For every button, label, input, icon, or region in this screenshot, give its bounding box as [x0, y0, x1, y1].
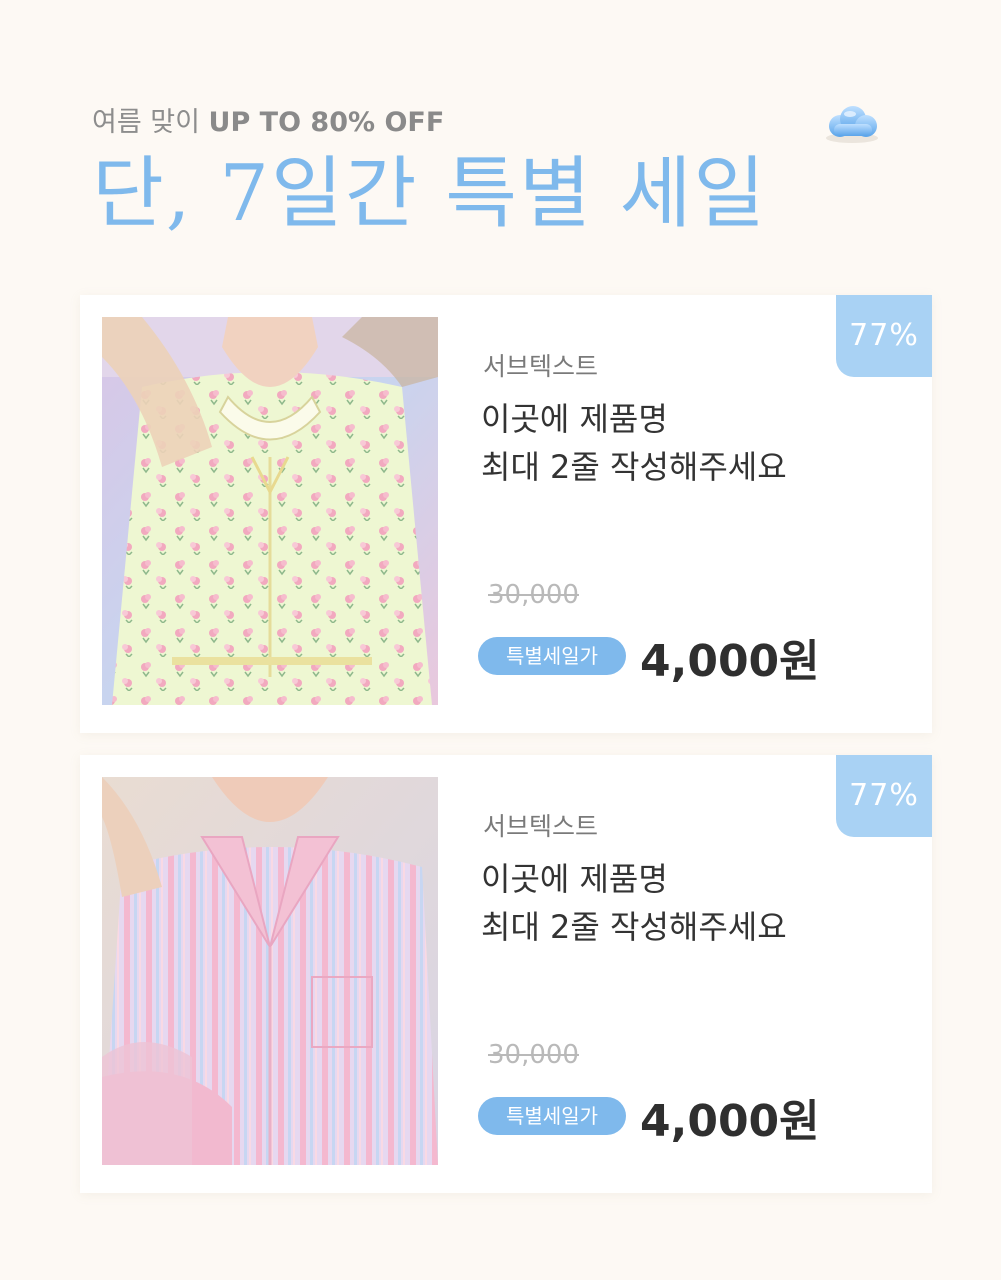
product-subtext: 서브텍스트	[483, 352, 599, 381]
product-image[interactable]	[102, 317, 438, 705]
discount-badge: 77%	[836, 295, 932, 377]
cloud-icon	[826, 106, 878, 143]
product-name[interactable]: 이곳에 제품명 최대 2줄 작성해주세요	[481, 855, 787, 951]
sale-price: 4,000원	[640, 1096, 820, 1147]
product-card[interactable]: 77% 서브텍스트 이곳에 제품명 최대 2줄 작성해주세요 30,000 특별…	[80, 295, 932, 733]
discount-badge: 77%	[836, 755, 932, 837]
sale-price: 4,000원	[640, 636, 820, 687]
product-name-line2: 최대 2줄 작성해주세요	[481, 448, 787, 486]
original-price: 30,000	[488, 1040, 579, 1070]
sale-label-badge: 특별세일가	[478, 1097, 626, 1135]
product-name-line2: 최대 2줄 작성해주세요	[481, 908, 787, 946]
promo-subtitle-prefix: 여름 맞이	[92, 107, 200, 138]
product-name-line1: 이곳에 제품명	[481, 400, 668, 438]
promo-subtitle: 여름 맞이 UP TO 80% OFF	[92, 100, 444, 139]
product-name-line1: 이곳에 제품명	[481, 860, 668, 898]
product-image[interactable]	[102, 777, 438, 1165]
original-price: 30,000	[488, 580, 579, 610]
product-subtext: 서브텍스트	[483, 812, 599, 841]
promo-title: 단, 7일간 특별 세일	[92, 149, 768, 239]
promo-subtitle-highlight: UP TO 80% OFF	[208, 107, 445, 138]
product-card[interactable]: 77% 서브텍스트 이곳에 제품명 최대 2줄 작성해주세요 30,000 특별…	[80, 755, 932, 1193]
product-name[interactable]: 이곳에 제품명 최대 2줄 작성해주세요	[481, 395, 787, 491]
sale-label-badge: 특별세일가	[478, 637, 626, 675]
